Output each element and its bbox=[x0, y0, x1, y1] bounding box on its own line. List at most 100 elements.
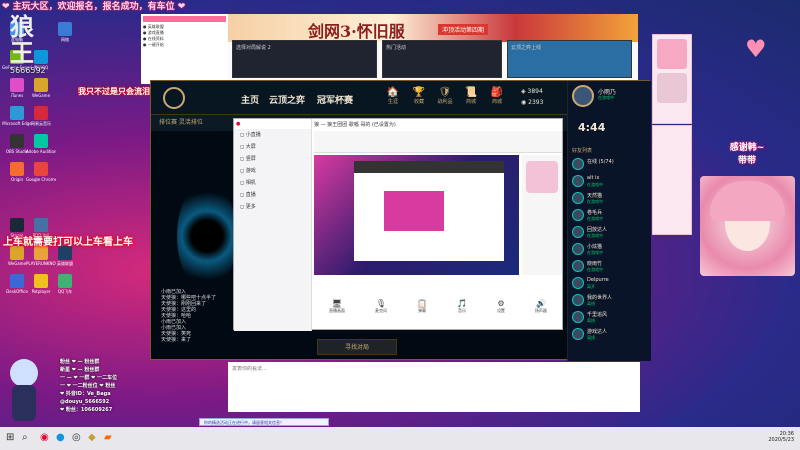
friend-row[interactable]: 卷毛兵 在游戏中 bbox=[572, 208, 650, 224]
nav-label: 战利品 bbox=[437, 99, 453, 105]
stream-tool-icon: 🖥 bbox=[331, 299, 343, 308]
friend-row[interactable]: 游戏达人 离线 bbox=[572, 327, 650, 343]
nav-label: 收藏 bbox=[413, 99, 424, 105]
nav-profile[interactable]: 🏠 生涯 bbox=[381, 87, 405, 105]
friend-row[interactable]: 天然猫 在游戏中 bbox=[572, 191, 650, 207]
stream-tool-button[interactable]: 🎙 麦克风 bbox=[375, 299, 387, 323]
bag-icon: 🎒 bbox=[490, 87, 504, 98]
stream-tool-label: 音乐 bbox=[457, 308, 466, 313]
desktop-icon[interactable]: 网络 bbox=[50, 22, 80, 52]
friend-status: 离线 bbox=[587, 335, 595, 340]
preview-side-panel bbox=[522, 155, 562, 275]
notice-bar[interactable]: 你的精选活动正在进行中，请留意相关信息！ bbox=[199, 418, 329, 426]
friend-row[interactable]: 在线 (5/74) bbox=[572, 157, 650, 173]
lol-logo-icon[interactable] bbox=[163, 87, 185, 109]
website-card[interactable]: 选择对局解说 2 bbox=[232, 40, 377, 78]
browser-icon[interactable]: ◉ bbox=[40, 432, 49, 443]
blue-essence-value: 3894 bbox=[527, 88, 543, 95]
small-browser-window[interactable]: ● 英雄联盟 ● 游戏直播 ● 在线资料 ● 一键开始 bbox=[141, 14, 228, 84]
stream-tool-button[interactable]: 📋 弹幕 bbox=[417, 299, 427, 323]
friend-status: 在游戏中 bbox=[587, 233, 603, 238]
desktop-icon-label: 网易云音乐 bbox=[31, 121, 51, 126]
scene-item[interactable]: ◻ 相机 bbox=[234, 177, 311, 189]
stream-tool-label: 弹幕 bbox=[417, 308, 426, 313]
stream-tool-button[interactable]: 🖥 直播画面 bbox=[329, 299, 345, 323]
desktop-icon-image bbox=[34, 134, 48, 148]
friend-row[interactable]: 回放达人 在游戏中 bbox=[572, 225, 650, 241]
stream-tool-button[interactable]: 🔊 扬声器 bbox=[535, 299, 547, 323]
friend-row[interactable]: 我的世界人 离线 bbox=[572, 293, 650, 309]
friend-row[interactable]: 千里追风 离线 bbox=[572, 310, 650, 326]
desktop-icon-image bbox=[58, 246, 72, 260]
desktop-icon[interactable]: 网易云音乐 bbox=[26, 106, 56, 136]
website-title: 剑网3·怀旧服 bbox=[308, 22, 405, 41]
fan-info-overlay: 粉丝 ❤ — 粉丝群 新星 ❤ — 粉丝群一 — ❤ 一群 ❤ 一二车位一 ❤ 一… bbox=[60, 358, 170, 414]
desktop-icon[interactable]: Adobe Audition bbox=[26, 134, 56, 164]
website-cards: 选择对局解说 2 热门活动 云顶之弈上线 bbox=[232, 40, 632, 80]
friend-name: 回放达人 bbox=[587, 227, 608, 233]
qq-icon[interactable]: ● bbox=[56, 432, 65, 443]
friend-row[interactable]: 小炫猫 在游戏中 bbox=[572, 242, 650, 258]
nav-shop[interactable]: 🎒 商城 bbox=[485, 87, 509, 105]
desktop-icon[interactable]: WeGame bbox=[26, 78, 56, 108]
stream-software-title: 狼 — 狼王团团 歌唱 哥的 (已设置为) bbox=[314, 122, 396, 128]
friend-row[interactable]: alt ix 在游戏中 bbox=[572, 174, 650, 190]
scene-item[interactable]: ◻ 大屏 bbox=[234, 141, 311, 153]
profile-status: 在游戏中 bbox=[598, 95, 614, 100]
tab-clash[interactable]: 冠军杯赛 bbox=[317, 93, 353, 106]
game-website[interactable]: 剑网3·怀旧服 冲顶活动第四期 选择对局解说 2 热门活动 云顶之弈上线 bbox=[228, 14, 638, 80]
anime-character-sticker bbox=[4, 355, 44, 425]
desktop-icon[interactable]: QQ飞车 bbox=[50, 274, 80, 304]
tab-tft[interactable]: 云顶之弈 bbox=[269, 93, 305, 106]
friend-name: 晓雨竹 bbox=[587, 261, 603, 267]
start-icon[interactable]: ⊞ bbox=[6, 432, 14, 443]
taskbar-clock[interactable]: 20:36 2020/5/23 bbox=[768, 431, 794, 443]
scene-list: ◻ 小直播 ◻ 大屏 ◻ 竖屏 ◻ 游戏 ◻ 相机 ◻ 直播 ◻ 更多 bbox=[234, 129, 311, 213]
chat-input[interactable] bbox=[232, 366, 532, 372]
friend-row[interactable]: Delpurre 离开 bbox=[572, 276, 650, 292]
chat-input-area[interactable] bbox=[228, 362, 640, 412]
taskbar: ⊞ ⌕ ◉ ● ◎ ◆ ▰ 20:36 2020/5/23 bbox=[0, 427, 800, 450]
friend-avatar bbox=[572, 294, 584, 306]
lol-taskbar-icon[interactable]: ◆ bbox=[88, 432, 96, 443]
heart-sticker-icon: ♥ bbox=[745, 35, 767, 63]
search-icon[interactable]: ⌕ bbox=[22, 432, 28, 443]
friend-status: 在游戏中 bbox=[587, 250, 603, 255]
friend-status: 在游戏中 bbox=[587, 267, 603, 272]
software-logo: ● bbox=[234, 119, 311, 129]
scene-item[interactable]: ◻ 直播 bbox=[234, 189, 311, 201]
website-card[interactable]: 热门活动 bbox=[382, 40, 502, 78]
website-card[interactable]: 云顶之弈上线 bbox=[507, 40, 632, 78]
friend-name: 我的世界人 bbox=[587, 295, 613, 301]
stream-tool-icon: ⚙ bbox=[497, 299, 505, 308]
tab-home[interactable]: 主页 bbox=[241, 93, 259, 106]
website-badge[interactable]: 冲顶活动第四期 bbox=[438, 24, 489, 35]
desktop-icon[interactable]: Google Chrome bbox=[26, 162, 56, 192]
scene-item[interactable]: ◻ 游戏 bbox=[234, 165, 311, 177]
friend-name: 天然猫 bbox=[587, 193, 603, 199]
nav-collection[interactable]: 🏆 收藏 bbox=[407, 87, 431, 105]
find-match-button[interactable]: 寻找对局 bbox=[317, 339, 397, 355]
profile-avatar[interactable] bbox=[572, 85, 594, 107]
scene-item[interactable]: ◻ 更多 bbox=[234, 201, 311, 213]
friend-row[interactable]: 晓雨竹 在游戏中 bbox=[572, 259, 650, 275]
preview-cam-thumb bbox=[526, 161, 558, 193]
friend-avatar bbox=[572, 260, 584, 272]
obs-icon[interactable]: ◎ bbox=[72, 432, 81, 443]
stream-tool-button[interactable]: 🎵 音乐 bbox=[457, 299, 467, 323]
scene-item[interactable]: ◻ 小直播 bbox=[234, 129, 311, 141]
streamer-webcam bbox=[700, 176, 795, 276]
nav-loot[interactable]: 🛡 战利品 bbox=[433, 87, 457, 105]
fan-info-line: 新星 ❤ — 粉丝群 bbox=[60, 367, 100, 373]
stream-tool-button[interactable]: ⚙ 设置 bbox=[497, 299, 505, 323]
website-header bbox=[228, 14, 638, 42]
desktop-icon[interactable]: 英雄联盟 bbox=[50, 246, 80, 276]
folder-icon[interactable]: ▰ bbox=[104, 432, 112, 443]
small-browser-titlebar bbox=[143, 16, 226, 22]
scene-item[interactable]: ◻ 竖屏 bbox=[234, 153, 311, 165]
stream-software-window[interactable]: ● ◻ 小直播 ◻ 大屏 ◻ 竖屏 ◻ 游戏 ◻ 相机 ◻ 直播 ◻ 更多 狼 — 狼王团团… bbox=[233, 118, 563, 331]
desktop-icon-image bbox=[34, 106, 48, 120]
desktop-icon-image bbox=[10, 162, 24, 176]
nav-store[interactable]: 📜 商城 bbox=[459, 87, 483, 105]
friend-name: 小炫猫 bbox=[587, 244, 603, 250]
